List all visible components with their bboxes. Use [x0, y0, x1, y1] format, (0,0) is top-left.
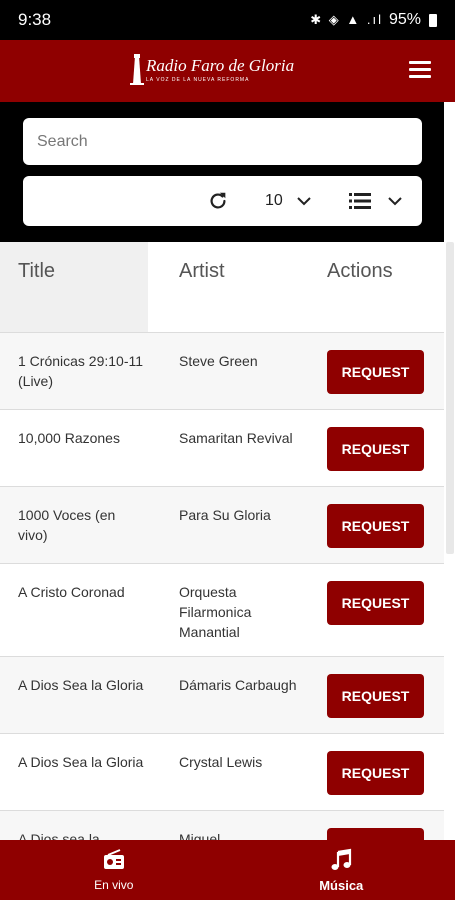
- song-artist: Orquesta Filarmonica Manantial: [179, 584, 252, 640]
- page-size-value[interactable]: 10: [265, 192, 283, 210]
- request-button[interactable]: REQUEST: [327, 504, 424, 548]
- search-area: 10: [0, 102, 444, 242]
- song-artist: Samaritan Revival: [179, 430, 293, 446]
- hamburger-menu-icon[interactable]: [409, 61, 431, 81]
- song-artist: Crystal Lewis: [179, 754, 263, 770]
- nav-label: En vivo: [94, 878, 134, 892]
- lighthouse-icon: [130, 54, 144, 85]
- table-row: A Dios Sea la Gloria Crystal Lewis REQUE…: [0, 733, 444, 810]
- song-artist: Dámaris Carbaugh: [179, 677, 297, 693]
- column-header-actions: Actions: [327, 260, 393, 282]
- song-title: 1 Crónicas 29:10-11 (Live): [18, 353, 144, 389]
- battery-icon: [429, 13, 437, 27]
- music-note-icon: [331, 848, 352, 870]
- status-time: 9:38: [18, 10, 52, 29]
- nav-item-en-vivo[interactable]: En vivo: [0, 840, 228, 900]
- chevron-down-icon[interactable]: [296, 193, 312, 209]
- logo-text: Radio Faro de Gloria: [146, 56, 295, 75]
- song-artist: Steve Green: [179, 353, 258, 369]
- column-header-title[interactable]: Title: [0, 242, 148, 332]
- table-row: 1000 Voces (en vivo) Para Su Gloria REQU…: [0, 486, 444, 563]
- status-indicators: ✱ ◈ ▲ .ıl 95%: [310, 11, 437, 29]
- song-title: A Cristo Coronad: [18, 584, 125, 600]
- table-header: Title Artist Actions: [0, 242, 444, 332]
- search-input[interactable]: [23, 118, 422, 165]
- request-button[interactable]: REQUEST: [327, 674, 424, 718]
- request-button[interactable]: REQUEST: [327, 427, 424, 471]
- table-row: A Cristo Coronad Orquesta Filarmonica Ma…: [0, 563, 444, 656]
- nav-item-musica[interactable]: Música: [228, 840, 455, 900]
- song-list: 1 Crónicas 29:10-11 (Live) Steve Green R…: [0, 332, 444, 850]
- list-icon[interactable]: [349, 192, 371, 210]
- song-title: A Dios Sea la Gloria: [18, 677, 144, 693]
- scrollbar-thumb[interactable]: [446, 242, 454, 554]
- column-header-artist[interactable]: Artist: [179, 242, 225, 332]
- bottom-nav: En vivo Música: [0, 840, 455, 900]
- status-bar: 9:38 ✱ ◈ ▲ .ıl 95%: [0, 0, 455, 40]
- connectivity-icons: ✱ ◈ ▲ .ıl: [310, 12, 383, 27]
- song-title: A Dios Sea la Gloria: [18, 754, 144, 770]
- table-row: 10,000 Razones Samaritan Revival REQUEST: [0, 409, 444, 486]
- table-row: 1 Crónicas 29:10-11 (Live) Steve Green R…: [0, 332, 444, 409]
- request-button[interactable]: REQUEST: [327, 751, 424, 795]
- song-title: 1000 Voces (en vivo): [18, 507, 116, 543]
- app-header: Radio Faro de Gloria LA VOZ DE LA NUEVA …: [0, 40, 455, 102]
- song-artist: Para Su Gloria: [179, 507, 271, 523]
- chevron-down-icon[interactable]: [387, 193, 403, 209]
- battery-percent: 95%: [388, 11, 421, 28]
- controls-bar: 10: [23, 176, 422, 226]
- logo-subtitle: LA VOZ DE LA NUEVA REFORMA: [146, 77, 250, 83]
- refresh-icon[interactable]: [207, 190, 229, 212]
- nav-label: Música: [319, 877, 364, 893]
- request-button[interactable]: REQUEST: [327, 350, 424, 394]
- logo[interactable]: Radio Faro de Gloria LA VOZ DE LA NUEVA …: [130, 52, 294, 90]
- radio-icon: [103, 849, 124, 869]
- table-row: A Dios Sea la Gloria Dámaris Carbaugh RE…: [0, 656, 444, 733]
- song-title: 10,000 Razones: [18, 430, 120, 446]
- request-button[interactable]: REQUEST: [327, 581, 424, 625]
